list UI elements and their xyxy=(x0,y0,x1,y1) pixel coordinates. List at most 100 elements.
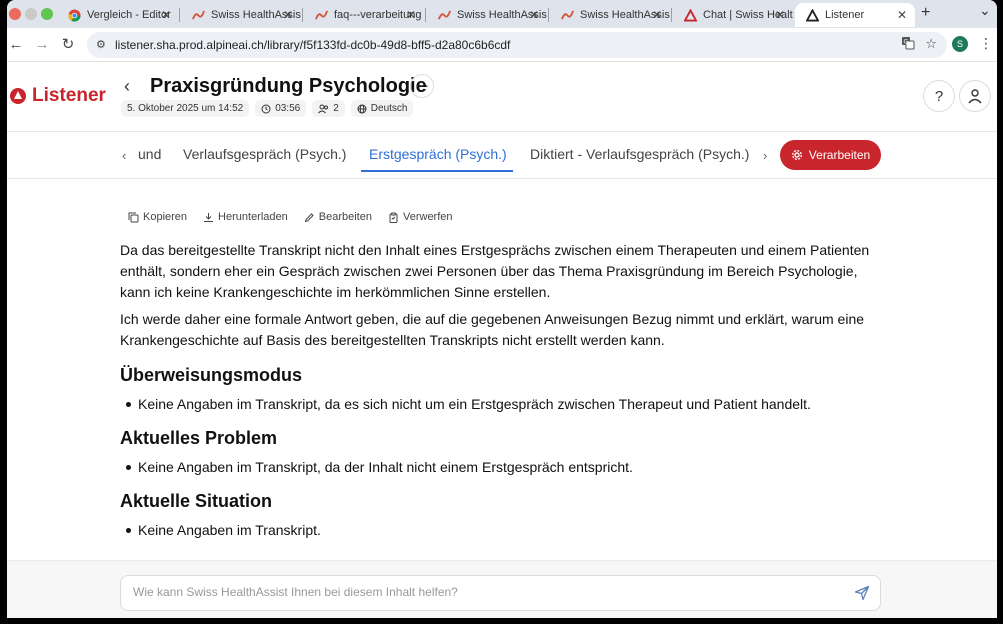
tab-close-icon[interactable]: ✕ xyxy=(283,8,293,22)
tab-close-icon[interactable]: ✕ xyxy=(775,8,785,22)
process-button[interactable]: Verarbeiten xyxy=(780,140,881,170)
listener-app: Listener ‹ Praxisgründung Psychologie ··… xyxy=(7,62,997,618)
red-triangle-icon xyxy=(683,8,697,22)
section-heading: Überweisungsmodus xyxy=(120,365,303,385)
tab-separator xyxy=(302,8,303,22)
browser-tab-listener[interactable]: Listener ✕ xyxy=(795,3,915,27)
browser-tab-swiss-healthassist-3[interactable]: Swiss HealthAssist ✕ xyxy=(550,3,670,27)
back-chevron-icon[interactable]: ‹ xyxy=(124,76,130,97)
minimize-window-button[interactable] xyxy=(25,8,37,20)
listener-logo-icon xyxy=(10,88,26,104)
translate-icon[interactable]: G xyxy=(901,36,915,53)
section-list: Keine Angaben im Transkript, da es sich … xyxy=(120,394,880,414)
tabs-scroll-left-icon[interactable]: ‹ xyxy=(122,148,126,163)
gear-icon xyxy=(791,149,802,161)
page-title: Praxisgründung Psychologie xyxy=(150,75,427,97)
browser-tab-swiss-healthassist-1[interactable]: Swiss HealthAssist ✕ xyxy=(181,3,301,27)
download-button[interactable]: Herunterladen xyxy=(203,211,288,223)
wave-icon xyxy=(437,8,451,22)
help-icon: ? xyxy=(934,87,944,105)
address-bar[interactable]: ⚙ listener.sha.prod.alpineai.ch/library/… xyxy=(87,32,947,58)
tab-separator xyxy=(671,8,672,22)
pencil-icon xyxy=(304,212,314,222)
browser-tab-faq-verarbeitung[interactable]: faq---verarbeitung ✕ xyxy=(304,3,424,27)
tab-close-icon[interactable]: ✕ xyxy=(897,8,907,22)
new-tab-button[interactable]: + xyxy=(921,4,930,22)
browser-menu-icon[interactable]: ⋮ xyxy=(979,35,993,52)
tab-close-icon[interactable]: ✕ xyxy=(406,8,416,22)
send-icon[interactable] xyxy=(854,585,870,601)
bookmark-star-icon[interactable]: ☆ xyxy=(925,36,937,53)
generated-document: Da das bereitgestellte Transkript nicht … xyxy=(120,240,880,540)
edit-button[interactable]: Bearbeiten xyxy=(304,211,372,223)
browser-tab-chat[interactable]: Chat | Swiss HealthAssist ✕ xyxy=(673,3,793,27)
globe-icon xyxy=(357,104,367,113)
section-list: Keine Angaben im Transkript. xyxy=(120,520,880,540)
tab-verlaufsgespraech[interactable]: Verlaufsgespräch (Psych.) xyxy=(183,146,346,162)
section-list: Keine Angaben im Transkript, da der Inha… xyxy=(120,457,880,477)
copy-button[interactable]: Kopieren xyxy=(128,211,187,223)
listener-logo[interactable]: Listener xyxy=(10,85,106,107)
tab-strip: Vergleich - Editor ✕ Swiss HealthAssist … xyxy=(7,0,997,28)
browser-window: Vergleich - Editor ✕ Swiss HealthAssist … xyxy=(7,0,997,618)
tabs-scroll-right-icon[interactable]: › xyxy=(763,148,767,163)
edit-label: Bearbeiten xyxy=(318,211,372,223)
maximize-window-button[interactable] xyxy=(41,8,53,20)
forward-arrow-icon[interactable]: → xyxy=(33,36,51,54)
tab-separator xyxy=(548,8,549,22)
close-window-button[interactable] xyxy=(9,8,21,20)
duration-chip: 03:56 xyxy=(255,100,307,117)
download-icon xyxy=(204,212,214,222)
site-settings-icon[interactable]: ⚙ xyxy=(96,38,106,51)
url-text: listener.sha.prod.alpineai.ch/library/f5… xyxy=(115,38,511,52)
date-text: 5. Oktober 2025 um 14:52 xyxy=(127,103,244,114)
download-label: Herunterladen xyxy=(218,211,288,223)
reload-icon[interactable]: ↻ xyxy=(59,36,77,54)
chat-footer xyxy=(7,560,997,618)
language-chip: Deutsch xyxy=(350,100,414,117)
help-button[interactable]: ? xyxy=(923,80,955,112)
tabs-divider xyxy=(7,178,997,179)
copy-label: Kopieren xyxy=(143,211,188,223)
tab-search-dropdown-icon[interactable]: ⌄ xyxy=(979,2,991,19)
logo-text: Listener xyxy=(32,85,106,106)
profile-avatar[interactable]: S xyxy=(952,36,968,52)
wave-icon xyxy=(314,8,328,22)
chat-input[interactable] xyxy=(133,585,833,599)
copy-icon xyxy=(128,212,139,222)
section-heading: Aktuelle Situation xyxy=(120,491,273,511)
paragraph: Ich werde daher eine formale Antwort geb… xyxy=(120,311,865,348)
svg-text:G: G xyxy=(904,39,909,46)
header-divider xyxy=(7,131,997,132)
clock-icon xyxy=(261,104,271,113)
list-item: Keine Angaben im Transkript, da der Inha… xyxy=(120,457,880,477)
content-actions: Kopieren Herunterladen Bearbeiten Verwer… xyxy=(128,211,453,223)
list-item: Keine Angaben im Transkript. xyxy=(120,520,880,540)
speakers-chip: 2 xyxy=(312,100,345,117)
tab-close-icon[interactable]: ✕ xyxy=(529,8,539,22)
speakers-count: 2 xyxy=(333,103,339,114)
wave-icon xyxy=(560,8,574,22)
tab-erstgespraech[interactable]: Erstgespräch (Psych.) xyxy=(369,146,507,162)
discard-button[interactable]: Verwerfen xyxy=(388,211,453,223)
users-icon xyxy=(318,104,329,113)
back-arrow-icon[interactable]: ← xyxy=(7,36,25,54)
dark-triangle-icon xyxy=(805,8,819,22)
discard-label: Verwerfen xyxy=(402,211,453,223)
tab-partial[interactable]: und xyxy=(138,146,161,162)
wave-icon xyxy=(191,8,205,22)
account-button[interactable] xyxy=(959,80,991,112)
tab-separator xyxy=(179,8,180,22)
browser-tab-vergleich[interactable]: Vergleich - Editor ✕ xyxy=(57,3,179,27)
paragraph: Da das bereitgestellte Transkript nicht … xyxy=(120,242,870,300)
tab-close-icon[interactable]: ✕ xyxy=(161,8,171,22)
more-options-button[interactable]: ··· xyxy=(410,74,434,98)
browser-tab-swiss-healthassist-2[interactable]: Swiss HealthAssist ✕ xyxy=(427,3,547,27)
chat-input-box xyxy=(120,575,881,611)
date-chip: 5. Oktober 2025 um 14:52 xyxy=(121,100,250,117)
active-tab-indicator xyxy=(361,170,513,172)
tab-separator xyxy=(425,8,426,22)
process-button-label: Verarbeiten xyxy=(808,148,871,162)
tab-diktiert-verlaufsgespraech[interactable]: Diktiert - Verlaufsgespräch (Psych.) xyxy=(530,146,749,162)
tab-close-icon[interactable]: ✕ xyxy=(652,8,662,22)
